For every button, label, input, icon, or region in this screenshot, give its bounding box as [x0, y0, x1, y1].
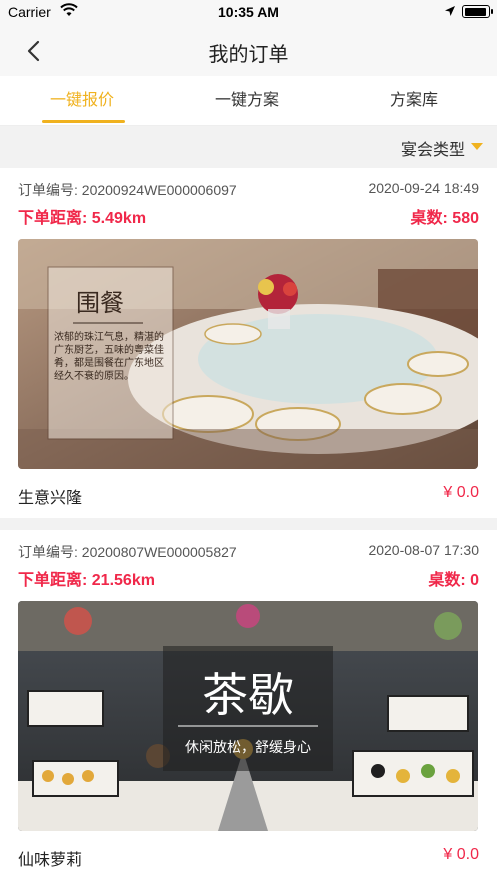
order-number: 订单编号: 20200924WE000006097 — [18, 182, 237, 198]
image-caption: 浓郁的珠江气息，精湛的广东厨艺，五味的粤菜佳肴，都是围餐在广东地区经久不衰的原因… — [54, 332, 164, 382]
tab-bar: 一键报价 一键方案 方案库 — [0, 76, 497, 126]
order-name: 仙味萝莉 — [18, 852, 83, 869]
nav-bar: 我的订单 — [0, 26, 497, 76]
order-datetime: 2020-08-07 17:30 — [368, 542, 479, 558]
order-number: 订单编号: 20200807WE000005827 — [18, 544, 237, 560]
tab-quick-quote[interactable]: 一键报价 — [32, 76, 132, 126]
tab-quick-plan[interactable]: 一键方案 — [197, 76, 297, 126]
filter-bar: 宴会类型 — [0, 126, 497, 166]
battery-icon — [462, 5, 493, 18]
order-card[interactable]: 订单编号: 20200924WE000006097 2020-09-24 18:… — [0, 168, 497, 518]
order-price: ¥ 0.0 — [443, 846, 479, 863]
status-bar: Carrier 10:35 AM — [0, 0, 497, 26]
banquet-type-filter[interactable]: 宴会类型 — [401, 136, 465, 160]
order-price: ¥ 0.0 — [443, 484, 479, 501]
image-caption: 休闲放松，舒缓身心 — [185, 740, 311, 756]
page-title: 我的订单 — [208, 44, 289, 66]
caret-down-icon[interactable] — [471, 143, 483, 150]
image-title: 茶歇 — [202, 668, 294, 722]
image-title: 围餐 — [76, 289, 124, 317]
status-time: 10:35 AM — [218, 4, 279, 20]
tab-plan-library[interactable]: 方案库 — [364, 76, 464, 126]
location-arrow-icon — [445, 6, 455, 16]
table-count: 桌数: 580 — [410, 210, 479, 227]
order-image[interactable]: 围餐 浓郁的珠江气息，精湛的广东厨艺，五味的粤菜佳肴，都是围餐在广东地区经久不衰… — [18, 239, 478, 469]
order-distance: 下单距离: 5.49km — [18, 210, 147, 227]
active-tab-indicator — [42, 120, 125, 123]
order-datetime: 2020-09-24 18:49 — [368, 180, 479, 196]
order-name: 生意兴隆 — [18, 490, 83, 507]
table-count: 桌数: 0 — [428, 572, 479, 589]
order-distance: 下单距离: 21.56km — [18, 572, 155, 589]
order-card[interactable]: 订单编号: 20200807WE000005827 2020-08-07 17:… — [0, 530, 497, 883]
order-image[interactable]: 茶歇 休闲放松，舒缓身心 — [18, 601, 478, 831]
